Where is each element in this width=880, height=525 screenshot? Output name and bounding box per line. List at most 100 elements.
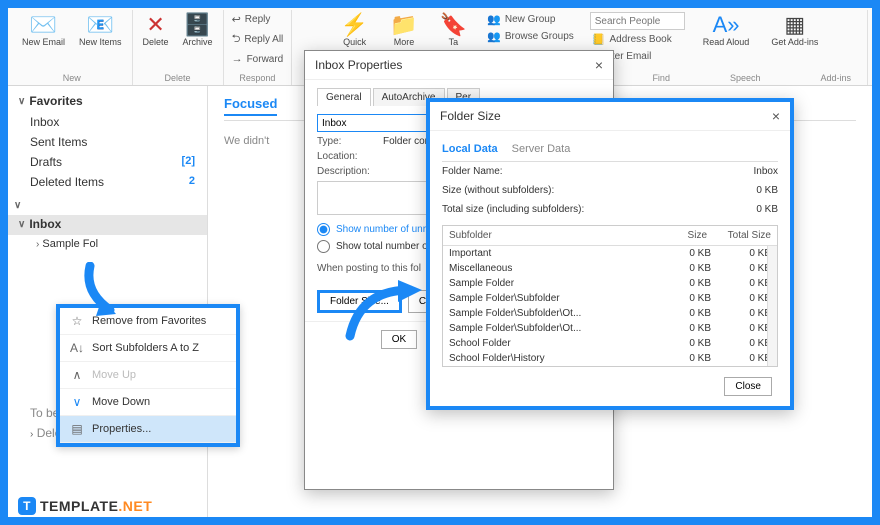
table-body: Important0 KB0 KBMiscellaneous0 KB0 KBSa… — [443, 246, 777, 366]
table-row[interactable]: Miscellaneous0 KB0 KB — [443, 261, 777, 276]
forward-button[interactable]: →Forward — [230, 52, 286, 66]
inbox-folder-selected[interactable]: ∨Inbox — [8, 215, 207, 235]
col-total: Total Size — [707, 230, 771, 241]
get-addins-button[interactable]: ▦Get Add-ins — [767, 12, 822, 50]
properties-icon: ▤ — [70, 422, 84, 436]
tab-server-data[interactable]: Server Data — [512, 143, 571, 155]
archive-icon: 🗄️ — [184, 14, 211, 36]
arrow-down-icon: ∨ — [70, 395, 84, 409]
ribbon-group-label: Add-ins — [820, 73, 851, 83]
new-email-button[interactable]: ✉️New Email — [18, 12, 69, 50]
table-header: Subfolder Size Total Size — [443, 226, 777, 246]
folder-move-icon: 📁 — [390, 14, 417, 36]
size-label: Size (without subfolders): — [442, 185, 554, 196]
table-row[interactable]: Sample Folder\Subfolder\Ot...0 KB0 KB — [443, 321, 777, 336]
sidebar-item-drafts[interactable]: Drafts[2] — [8, 152, 207, 172]
total-size-label: Total size (including subfolders): — [442, 204, 584, 215]
forward-icon: → — [232, 53, 243, 65]
cm-move-down[interactable]: ∨Move Down — [60, 389, 236, 416]
favorites-header[interactable]: ∨Favorites — [8, 92, 207, 112]
close-button[interactable]: × — [772, 108, 780, 124]
chevron-right-icon: › — [36, 239, 39, 250]
new-group-button[interactable]: 👥New Group — [485, 12, 576, 27]
new-items-button[interactable]: 📧New Items — [75, 12, 126, 50]
tab-focused[interactable]: Focused — [224, 96, 277, 116]
address-book-button[interactable]: 📒Address Book — [590, 32, 685, 47]
sidebar-item-sample[interactable]: › Sample Fol — [8, 235, 207, 253]
watermark: T TEMPLATE.NET — [18, 497, 152, 515]
ribbon-group-label: Respond — [239, 73, 275, 83]
lightning-icon: ⚡ — [341, 14, 368, 36]
watermark-icon: T — [18, 497, 36, 515]
ribbon-group-new: ✉️New Email 📧New Items New — [12, 10, 133, 85]
scrollbar[interactable] — [767, 246, 777, 366]
archive-button[interactable]: 🗄️Archive — [179, 12, 217, 50]
radio-total-input[interactable] — [317, 240, 330, 253]
dialog-titlebar: Inbox Properties × — [305, 51, 613, 80]
reply-icon: ↩ — [232, 13, 241, 26]
sidebar-item-inbox[interactable]: Inbox — [8, 112, 207, 132]
read-aloud-button[interactable]: A»Read Aloud — [699, 12, 754, 50]
reply-button[interactable]: ↩Reply — [230, 12, 286, 27]
dialog-title: Folder Size — [440, 109, 501, 123]
move-button[interactable]: 📁More — [386, 12, 421, 50]
tags-button[interactable]: 🔖Ta — [436, 12, 471, 50]
ribbon-group-label: Delete — [165, 73, 191, 83]
cm-move-up: ∧Move Up — [60, 362, 236, 389]
tab-local-data[interactable]: Local Data — [442, 143, 498, 155]
sidebar-item-deleted[interactable]: Deleted Items2 — [8, 172, 207, 192]
speaker-icon: A» — [713, 14, 740, 36]
subfolder-table: Subfolder Size Total Size Important0 KB0… — [442, 225, 778, 367]
mail-new-icon: 📧 — [87, 14, 114, 36]
folder-name-label: Folder Name: — [442, 166, 503, 177]
dialog-titlebar: Folder Size × — [430, 102, 790, 131]
ribbon-group-label: New — [63, 73, 81, 83]
tag-icon: 🔖 — [440, 14, 467, 36]
quick-steps-button[interactable]: ⚡Quick — [337, 12, 372, 50]
people-icon: 👥 — [487, 30, 501, 43]
folder-size-tabs: Local Data Server Data — [442, 139, 778, 162]
cm-sort-subfolders[interactable]: A↓Sort Subfolders A to Z — [60, 335, 236, 362]
browse-groups-button[interactable]: 👥Browse Groups — [485, 29, 576, 44]
folder-context-menu: ☆Remove from Favorites A↓Sort Subfolders… — [56, 304, 240, 447]
col-size: Size — [643, 230, 707, 241]
dialog-title: Inbox Properties — [315, 58, 402, 72]
arrow-up-icon: ∧ — [70, 368, 84, 382]
total-size-value: 0 KB — [756, 204, 778, 215]
sidebar-item-sent[interactable]: Sent Items — [8, 132, 207, 152]
table-row[interactable]: Sample Folder0 KB0 KB — [443, 276, 777, 291]
sort-icon: A↓ — [70, 341, 84, 355]
table-row[interactable]: Important0 KB0 KB — [443, 246, 777, 261]
account-header[interactable]: ∨ — [8, 198, 207, 215]
table-row[interactable]: Sample Folder\Subfolder0 KB0 KB — [443, 291, 777, 306]
close-button[interactable]: Close — [724, 377, 772, 396]
chevron-down-icon: ∨ — [18, 96, 25, 107]
col-subfolder: Subfolder — [449, 230, 643, 241]
ribbon-group-label: Find — [652, 73, 670, 83]
annotation-arrow — [82, 262, 132, 322]
chevron-right-icon: › — [30, 429, 33, 440]
addins-icon: ▦ — [784, 14, 805, 36]
reply-all-button[interactable]: ⮌Reply All — [230, 29, 286, 50]
search-people-input[interactable] — [590, 12, 685, 30]
size-value: 0 KB — [756, 185, 778, 196]
chevron-down-icon: ∨ — [14, 200, 21, 211]
trash-icon: ✕ — [146, 14, 164, 36]
chevron-down-icon: ∨ — [18, 219, 25, 230]
radio-unread-input[interactable] — [317, 223, 330, 236]
cm-properties[interactable]: ▤Properties... — [60, 416, 236, 443]
table-row[interactable]: Sample Folder\Subfolder\Ot...0 KB0 KB — [443, 306, 777, 321]
mail-icon: ✉️ — [30, 14, 57, 36]
ribbon-group-label: Speech — [730, 73, 761, 83]
table-row[interactable]: School Folder\History0 KB0 KB — [443, 351, 777, 366]
description-label: Description: — [317, 166, 377, 177]
tab-general[interactable]: General — [317, 88, 371, 106]
reply-all-icon: ⮌ — [232, 30, 241, 49]
close-button[interactable]: × — [595, 57, 603, 73]
ribbon-group-respond: ↩Reply ⮌Reply All →Forward Respond — [224, 10, 293, 85]
table-row[interactable]: School Folder0 KB0 KB — [443, 336, 777, 351]
annotation-arrow — [340, 278, 430, 348]
delete-button[interactable]: ✕Delete — [139, 12, 173, 50]
folder-name-value: Inbox — [754, 166, 778, 177]
ribbon-group-delete: ✕Delete 🗄️Archive Delete — [133, 10, 224, 85]
